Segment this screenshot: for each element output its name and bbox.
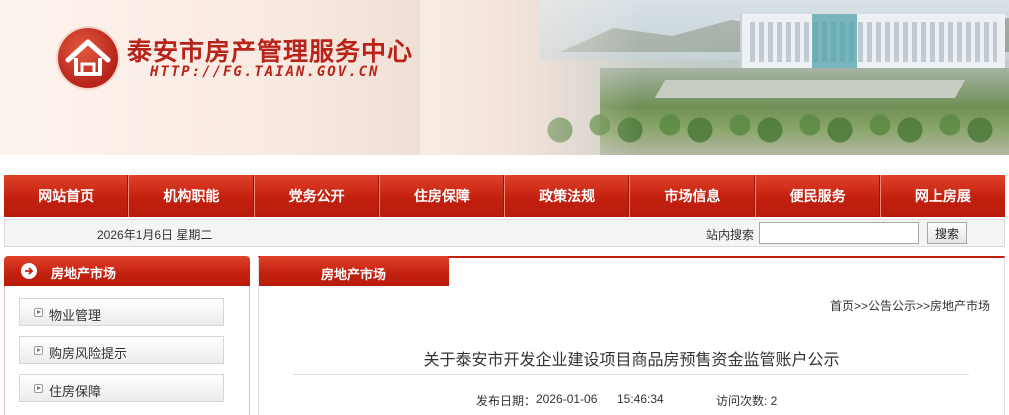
visit-count: 访问次数: 2 <box>716 394 778 408</box>
bullet-icon <box>34 346 43 355</box>
nav-item-market-info[interactable]: 市场信息 <box>630 175 756 217</box>
main-nav: 网站首页 机构职能 党务公开 住房保障 政策法规 市场信息 便民服务 网上房展 <box>4 175 1005 217</box>
nav-item-policies[interactable]: 政策法规 <box>505 175 631 217</box>
nav-item-online-expo[interactable]: 网上房展 <box>881 175 1005 217</box>
banner-road <box>654 80 966 98</box>
breadcrumb[interactable]: 首页>>公告公示>>房地产市场 <box>600 297 990 314</box>
bullet-icon <box>34 384 43 393</box>
published-label: 发布日期： <box>476 394 537 408</box>
nav-item-party-affairs[interactable]: 党务公开 <box>255 175 380 217</box>
search-label: 站内搜索 <box>706 228 755 242</box>
search-input[interactable] <box>759 222 919 244</box>
published-time: 15:46:34 <box>617 392 664 406</box>
site-url: HTTP://FG.TAIAN.GOV.CN <box>150 64 380 80</box>
main-tab-title: 房地产市场 <box>321 267 387 282</box>
header-banner: 泰安市房产管理服务中心 HTTP://FG.TAIAN.GOV.CN <box>0 0 1009 155</box>
title-divider <box>293 374 969 375</box>
nav-item-housing-security[interactable]: 住房保障 <box>380 175 505 217</box>
sidebar-item-label: 物业管理 <box>49 308 102 323</box>
nav-item-functions[interactable]: 机构职能 <box>129 175 255 217</box>
site-title: 泰安市房产管理服务中心 <box>127 37 414 66</box>
nav-item-home[interactable]: 网站首页 <box>4 175 130 217</box>
sidebar-item-property-management[interactable]: 物业管理 <box>19 298 224 326</box>
search-button[interactable]: 搜索 <box>927 222 967 244</box>
main-tab: 房地产市场 <box>259 256 449 286</box>
sidebar-item-housing-security[interactable]: 住房保障 <box>19 374 224 402</box>
sidebar-item-purchase-risk[interactable]: 购房风险提示 <box>19 336 224 364</box>
banner-fade <box>420 0 640 155</box>
current-date: 2026年1月6日 星期二 <box>97 228 213 242</box>
sidebar-item-label: 购房风险提示 <box>49 346 128 361</box>
arrow-right-circle-icon <box>21 263 37 279</box>
nav-item-services[interactable]: 便民服务 <box>756 175 881 217</box>
bullet-icon <box>34 308 43 317</box>
date-search-bar: 2026年1月6日 星期二 站内搜索 搜索 <box>4 219 1005 247</box>
published-date: 2026-01-06 <box>536 392 598 406</box>
banner-government-building <box>740 14 1005 70</box>
house-in-circle-icon <box>58 28 118 88</box>
sidebar-title: 房地产市场 <box>51 266 117 281</box>
article-title: 关于泰安市开发企业建设项目商品房预售资金监管账户公示 <box>423 352 840 369</box>
sidebar-menu: 物业管理 购房风险提示 住房保障 <box>4 286 250 415</box>
sidebar-header: 房地产市场 <box>4 256 250 286</box>
sidebar-item-label: 住房保障 <box>49 384 102 399</box>
